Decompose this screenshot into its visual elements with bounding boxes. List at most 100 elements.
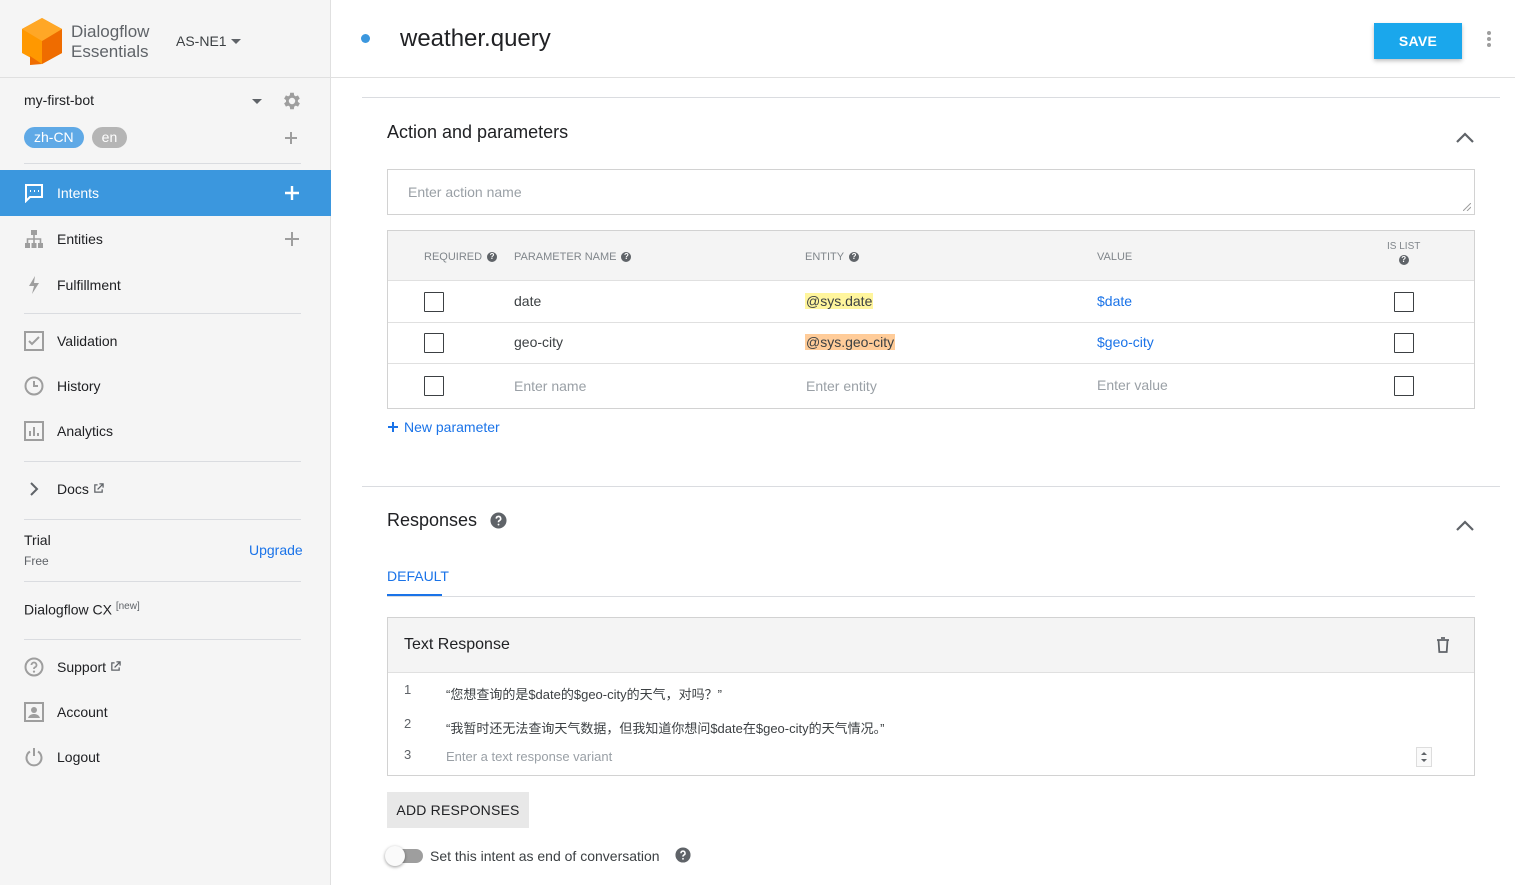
end-conversation-toggle[interactable] — [385, 846, 423, 866]
is-list-checkbox[interactable] — [1394, 376, 1414, 396]
required-checkbox[interactable] — [424, 292, 444, 312]
add-intent-plus-icon[interactable] — [285, 186, 299, 200]
divider — [24, 163, 301, 164]
response-variant-input[interactable]: Enter a text response variant — [446, 749, 612, 764]
help-icon[interactable]: ? — [487, 252, 498, 262]
sidebar-item-label: Support — [57, 659, 107, 675]
sidebar-item-entities[interactable]: Entities — [0, 216, 331, 262]
chevron-up-icon[interactable] — [1455, 130, 1475, 144]
divider — [24, 313, 301, 314]
tab-default[interactable]: DEFAULT — [387, 568, 449, 596]
hierarchy-icon — [24, 229, 44, 249]
chevron-right-icon — [24, 479, 44, 499]
response-line[interactable]: 2 “我暂时还无法查询天气数据，但我知道你想问$date在$geo-city的天… — [388, 710, 1474, 740]
chat-icon — [24, 183, 44, 203]
plan-title: Trial — [24, 532, 51, 548]
line-number: 1 — [404, 682, 412, 697]
parameter-entity-input[interactable]: Enter entity — [806, 378, 877, 394]
new-parameter-button[interactable]: New parameter — [388, 419, 500, 435]
divider — [24, 461, 301, 462]
region-selector[interactable]: AS-NE1 — [176, 33, 241, 49]
language-chip-zh-cn[interactable]: zh-CN — [24, 127, 84, 148]
table-row[interactable]: date @sys.date $date — [388, 281, 1474, 323]
sidebar-item-analytics[interactable]: Analytics — [0, 408, 331, 454]
response-text[interactable]: “我暂时还无法查询天气数据，但我知道你想问$date在$geo-city的天气情… — [446, 718, 884, 737]
response-line-new[interactable]: 3 Enter a text response variant — [388, 741, 1474, 771]
column-value: VALUE — [1097, 251, 1132, 263]
parameter-name[interactable]: date — [514, 293, 541, 309]
column-required: REQUIRED ? — [424, 251, 498, 263]
sidebar-item-label: Fulfillment — [57, 277, 121, 293]
agent-name[interactable]: my-first-bot — [24, 92, 94, 108]
add-responses-button[interactable]: ADD RESPONSES — [387, 792, 529, 828]
help-icon[interactable] — [675, 847, 691, 863]
is-list-checkbox[interactable] — [1394, 292, 1414, 312]
sidebar-item-intents[interactable]: Intents — [0, 170, 331, 216]
sidebar-item-fulfillment[interactable]: Fulfillment — [0, 262, 331, 308]
text-response-card: Text Response 1 “您想查询的是$date的$geo-city的天… — [387, 617, 1475, 776]
sidebar-item-label: Account — [57, 704, 108, 720]
end-conversation-label: Set this intent as end of conversation — [430, 848, 660, 864]
sidebar-item-support[interactable]: Support — [0, 644, 331, 690]
bar-chart-icon — [24, 421, 44, 441]
required-checkbox[interactable] — [424, 333, 444, 353]
dialogflow-cx-link[interactable]: Dialogflow CX [new] — [24, 601, 140, 618]
parameter-value[interactable]: $date — [1097, 293, 1132, 309]
is-list-checkbox[interactable] — [1394, 333, 1414, 353]
add-language-plus-icon[interactable] — [284, 131, 298, 145]
stepper-icon[interactable] — [1416, 747, 1432, 767]
help-icon[interactable] — [490, 512, 507, 529]
docs-label-group: Docs — [57, 481, 104, 497]
column-entity: ENTITY ? — [805, 251, 860, 263]
external-link-icon — [111, 661, 121, 671]
clock-icon — [24, 376, 44, 396]
sidebar-item-label: Validation — [57, 333, 118, 349]
parameter-value-input[interactable]: Enter value — [1097, 377, 1168, 393]
add-entity-plus-icon[interactable] — [285, 232, 299, 246]
intent-title[interactable]: weather.query — [400, 25, 551, 53]
sidebar-item-validation[interactable]: Validation — [0, 318, 331, 364]
account-icon — [24, 702, 44, 722]
gear-icon[interactable] — [281, 90, 303, 112]
parameter-value[interactable]: $geo-city — [1097, 334, 1154, 350]
brand-line-1: Dialogflow — [71, 22, 150, 41]
parameter-entity[interactable]: @sys.date — [805, 293, 874, 309]
section-divider — [362, 97, 1500, 98]
help-icon[interactable]: ? — [849, 252, 860, 262]
action-name-input[interactable]: Enter action name — [387, 169, 1475, 215]
chevron-up-icon[interactable] — [1455, 518, 1475, 532]
sidebar-item-docs[interactable]: Docs — [0, 466, 331, 512]
sidebar-item-account[interactable]: Account — [0, 689, 331, 735]
divider — [24, 519, 301, 520]
plan-subtitle: Free — [24, 554, 49, 568]
help-icon[interactable]: ? — [621, 252, 632, 262]
parameter-name[interactable]: geo-city — [514, 334, 563, 350]
response-line[interactable]: 1 “您想查询的是$date的$geo-city的天气，对吗？” — [388, 676, 1474, 706]
brand-area: Dialogflow Essentials AS-NE1 — [0, 0, 331, 78]
language-chip-en[interactable]: en — [91, 127, 128, 148]
caret-down-icon — [230, 38, 241, 44]
status-dot — [361, 34, 370, 43]
sidebar-item-history[interactable]: History — [0, 363, 331, 409]
region-label: AS-NE1 — [176, 33, 227, 49]
save-button[interactable]: SAVE — [1374, 23, 1462, 59]
table-row-empty[interactable]: Enter name Enter entity Enter value — [388, 363, 1474, 408]
line-number: 3 — [404, 747, 412, 762]
sidebar-item-logout[interactable]: Logout — [0, 734, 331, 780]
required-checkbox[interactable] — [424, 376, 444, 396]
table-row[interactable]: geo-city @sys.geo-city $geo-city — [388, 322, 1474, 364]
response-text[interactable]: “您想查询的是$date的$geo-city的天气，对吗？” — [446, 684, 722, 703]
new-parameter-label: New parameter — [404, 419, 500, 435]
external-link-icon — [93, 483, 104, 493]
more-vert-icon[interactable] — [1485, 29, 1493, 49]
trash-icon[interactable] — [1436, 637, 1450, 653]
upgrade-link[interactable]: Upgrade — [249, 542, 303, 558]
resize-handle-icon[interactable] — [1463, 203, 1471, 211]
help-icon[interactable]: ? — [1398, 255, 1409, 265]
column-label: ENTITY — [805, 251, 845, 263]
entity-highlight: @sys.date — [805, 293, 874, 309]
agent-dropdown-icon[interactable] — [252, 99, 262, 104]
sidebar-item-label: Logout — [57, 749, 100, 765]
parameter-entity[interactable]: @sys.geo-city — [805, 334, 896, 350]
parameter-name-input[interactable]: Enter name — [514, 378, 586, 394]
